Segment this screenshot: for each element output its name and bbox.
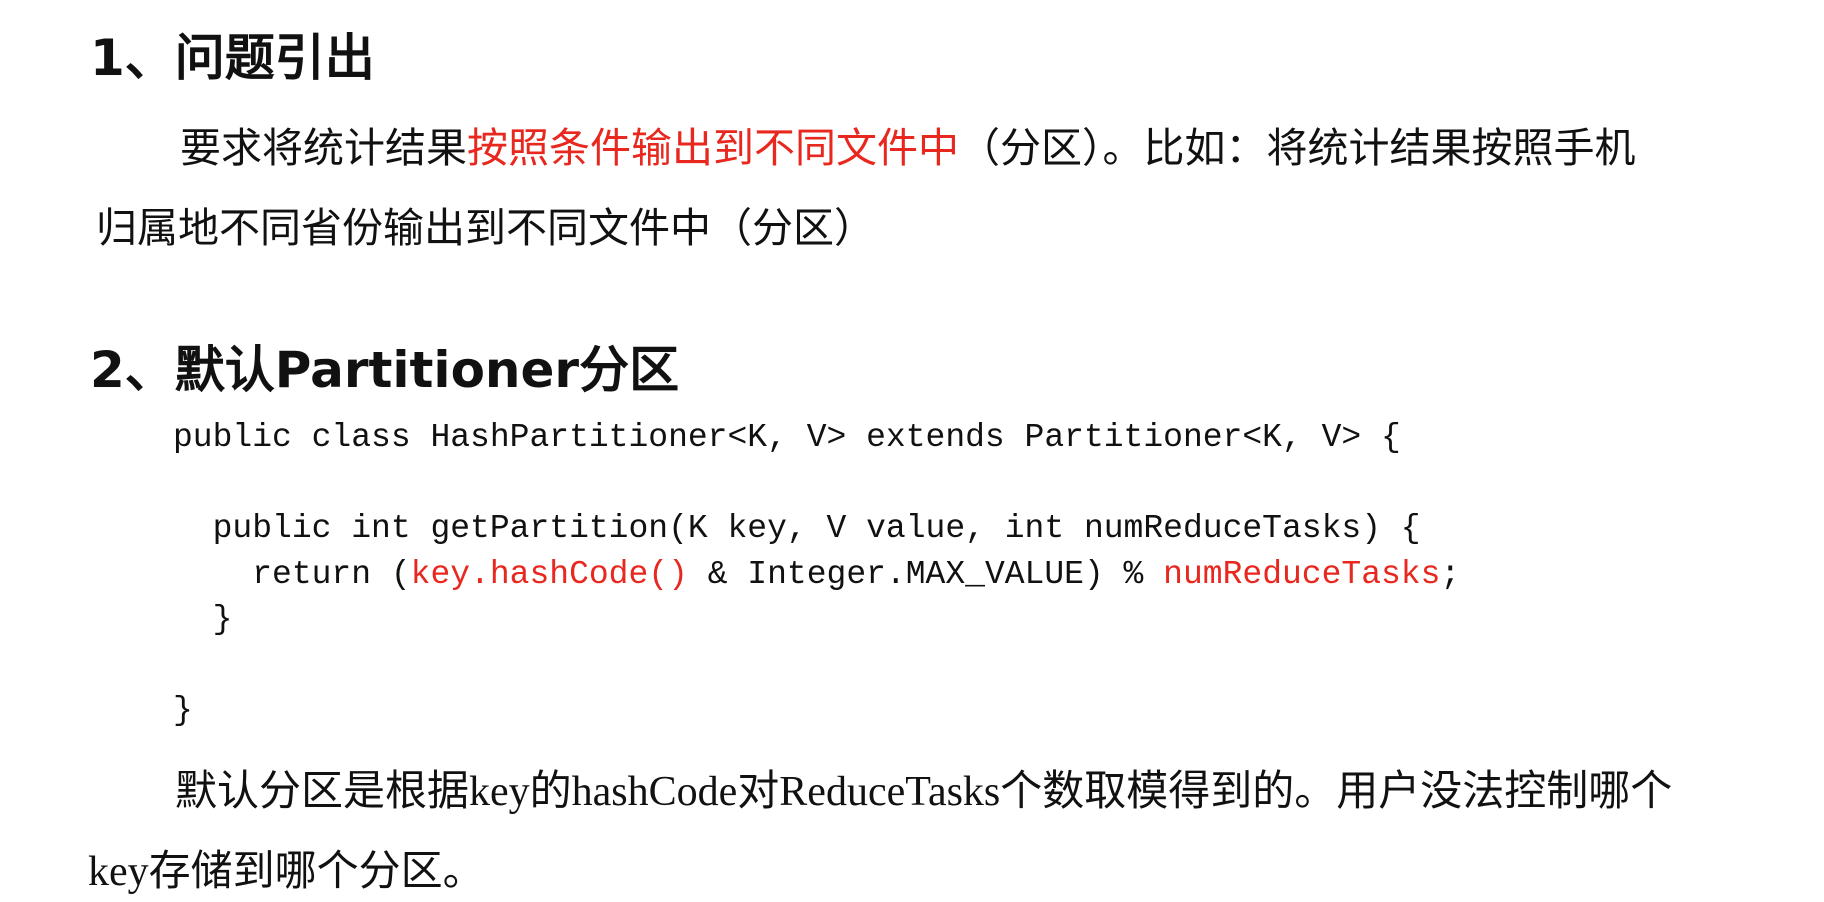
code-line: public class HashPartitioner<K, V> exten… [173, 419, 1401, 456]
code-line: public int getPartition(K key, V value, … [173, 510, 1421, 547]
document-page: 1、问题引出 要求将统计结果按照条件输出到不同文件中（分区）。比如：将统计结果按… [0, 0, 1824, 900]
section-2-heading: 2、默认Partitioner分区 [90, 341, 680, 399]
section-1-paragraph-line-1: 要求将统计结果按照条件输出到不同文件中（分区）。比如：将统计结果按照手机 [180, 122, 1636, 174]
highlighted-text: 按照条件输出到不同文件中 [467, 124, 959, 172]
section-2-paragraph-line-1: 默认分区是根据key的hashCode对ReduceTasks个数取模得到的。用… [175, 769, 1673, 815]
code-line: return (key.hashCode() & Integer.MAX_VAL… [173, 552, 1460, 598]
code-text: ; [1440, 555, 1461, 593]
section-1-heading: 1、问题引出 [90, 29, 375, 87]
code-text: & Integer.MAX_VALUE) % [687, 555, 1164, 593]
code-highlight: key.hashCode() [410, 555, 688, 593]
section-2-paragraph-line-2: key存储到哪个分区。 [88, 849, 485, 895]
section-1-paragraph-line-2: 归属地不同省份输出到不同文件中（分区） [96, 204, 875, 252]
code-line: } [173, 601, 233, 638]
code-block: public class HashPartitioner<K, V> exten… [173, 415, 1460, 734]
code-text: return ( [173, 555, 411, 593]
paragraph-text: 要求将统计结果 [180, 124, 467, 172]
code-line: } [173, 692, 193, 729]
code-highlight: numReduceTasks [1163, 555, 1441, 593]
paragraph-text: （分区）。比如：将统计结果按照手机 [959, 124, 1636, 172]
